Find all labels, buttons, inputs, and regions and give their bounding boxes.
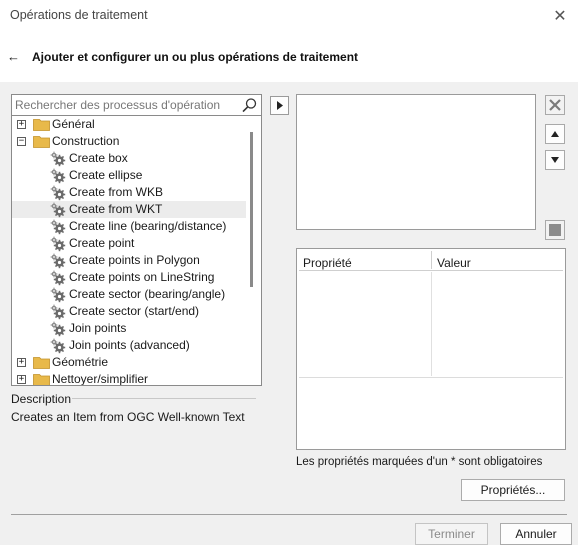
tree-item-label: Create from WKT bbox=[69, 202, 163, 216]
page-header: ← Ajouter et configurer un ou plus opéra… bbox=[0, 32, 578, 82]
tree-process-item[interactable]: Create from WKB bbox=[12, 184, 246, 201]
gear-icon bbox=[50, 270, 66, 286]
process-tree[interactable]: + Général − Construction Create box Create el… bbox=[11, 116, 262, 386]
tree-folder-item[interactable]: − Construction bbox=[12, 133, 246, 150]
gear-icon bbox=[50, 304, 66, 320]
tree-item-label: Create sector (start/end) bbox=[69, 304, 200, 318]
tree-process-item[interactable]: Create sector (bearing/angle) bbox=[12, 286, 246, 303]
operations-list[interactable] bbox=[296, 94, 536, 230]
tree-item-label: Create from WKB bbox=[69, 185, 164, 199]
tree-item-label: Create sector (bearing/angle) bbox=[69, 287, 226, 301]
tree-item-label: Create points on LineString bbox=[69, 270, 215, 284]
arrow-up-icon bbox=[551, 131, 559, 137]
tree-item-label: Général bbox=[52, 117, 95, 131]
footer-divider bbox=[11, 514, 567, 515]
column-separator bbox=[431, 272, 432, 376]
tree-scrollbar[interactable] bbox=[250, 132, 253, 287]
tree-item-label: Géométrie bbox=[52, 355, 109, 369]
arrow-down-icon bbox=[551, 157, 559, 163]
description-divider bbox=[72, 398, 256, 399]
finish-button[interactable]: Terminer bbox=[415, 523, 488, 545]
close-icon[interactable]: ✕ bbox=[548, 4, 572, 28]
description-text: Creates an Item from OGC Well-known Text bbox=[11, 410, 245, 424]
gear-icon bbox=[50, 185, 66, 201]
window-title: Opérations de traitement bbox=[10, 8, 148, 22]
tree-item-label: Join points bbox=[69, 321, 127, 335]
gear-icon bbox=[50, 338, 66, 354]
tree-process-item[interactable]: Join points bbox=[12, 320, 246, 337]
properties-divider bbox=[299, 377, 563, 378]
folder-icon bbox=[33, 136, 50, 148]
column-header-value[interactable]: Valeur bbox=[437, 256, 471, 270]
expand-icon[interactable]: + bbox=[17, 120, 26, 129]
properties-button[interactable]: Propriétés... bbox=[461, 479, 565, 501]
description-title: Description bbox=[11, 392, 72, 406]
gear-icon bbox=[50, 253, 66, 269]
tree-folder-item[interactable]: + Nettoyer/simplifier bbox=[12, 371, 246, 386]
square-icon bbox=[549, 224, 561, 236]
gear-icon bbox=[50, 321, 66, 337]
tree-folder-item[interactable]: + Géométrie bbox=[12, 354, 246, 371]
delete-icon bbox=[549, 99, 561, 111]
tree-process-item[interactable]: Create box bbox=[12, 150, 246, 167]
search-input[interactable] bbox=[15, 97, 237, 113]
arrow-left-icon[interactable]: ← bbox=[7, 49, 20, 64]
tree-process-item[interactable]: Create points in Polygon bbox=[12, 252, 246, 269]
search-field[interactable] bbox=[11, 94, 262, 116]
chevron-right-icon bbox=[276, 101, 283, 110]
collapse-icon[interactable]: − bbox=[17, 137, 26, 146]
expand-icon[interactable]: + bbox=[17, 358, 26, 367]
operation-options-button[interactable] bbox=[545, 220, 565, 240]
gear-icon bbox=[50, 236, 66, 252]
gear-icon bbox=[50, 168, 66, 184]
tree-process-item[interactable]: Create ellipse bbox=[12, 167, 246, 184]
page-title: Ajouter et configurer un ou plus opérati… bbox=[32, 50, 359, 64]
tree-item-label: Create points in Polygon bbox=[69, 253, 200, 267]
gear-icon bbox=[50, 202, 66, 218]
tree-item-label: Nettoyer/simplifier bbox=[52, 372, 149, 386]
column-header-property[interactable]: Propriété bbox=[303, 256, 352, 270]
tree-item-label: Create line (bearing/distance) bbox=[69, 219, 227, 233]
search-icon[interactable] bbox=[241, 97, 258, 114]
folder-icon bbox=[33, 357, 50, 369]
tree-process-item[interactable]: Create point bbox=[12, 235, 246, 252]
mandatory-note: Les propriétés marquées d'un * sont obli… bbox=[296, 456, 543, 468]
tree-item-label: Create ellipse bbox=[69, 168, 143, 182]
title-bar: Opérations de traitement ✕ bbox=[0, 0, 578, 32]
tree-process-item[interactable]: Join points (advanced) bbox=[12, 337, 246, 354]
move-up-button[interactable] bbox=[545, 124, 565, 144]
folder-icon bbox=[33, 374, 50, 385]
add-operation-button[interactable] bbox=[270, 96, 289, 115]
tree-item-label: Construction bbox=[52, 134, 120, 148]
delete-operation-button[interactable] bbox=[545, 95, 565, 115]
tree-item-label: Join points (advanced) bbox=[69, 338, 190, 352]
properties-table[interactable]: Propriété Valeur bbox=[296, 248, 566, 450]
move-down-button[interactable] bbox=[545, 150, 565, 170]
tree-item-label: Create point bbox=[69, 236, 135, 250]
gear-icon bbox=[50, 151, 66, 167]
expand-icon[interactable]: + bbox=[17, 375, 26, 384]
gear-icon bbox=[50, 287, 66, 303]
tree-folder-item[interactable]: + Général bbox=[12, 116, 246, 133]
header-column-separator bbox=[431, 251, 432, 269]
tree-process-item[interactable]: Create sector (start/end) bbox=[12, 303, 246, 320]
cancel-button[interactable]: Annuler bbox=[500, 523, 572, 545]
tree-process-item[interactable]: Create from WKT bbox=[12, 201, 246, 218]
gear-icon bbox=[50, 219, 66, 235]
tree-item-label: Create box bbox=[69, 151, 128, 165]
tree-process-item[interactable]: Create line (bearing/distance) bbox=[12, 218, 246, 235]
tree-process-item[interactable]: Create points on LineString bbox=[12, 269, 246, 286]
folder-icon bbox=[33, 119, 50, 131]
